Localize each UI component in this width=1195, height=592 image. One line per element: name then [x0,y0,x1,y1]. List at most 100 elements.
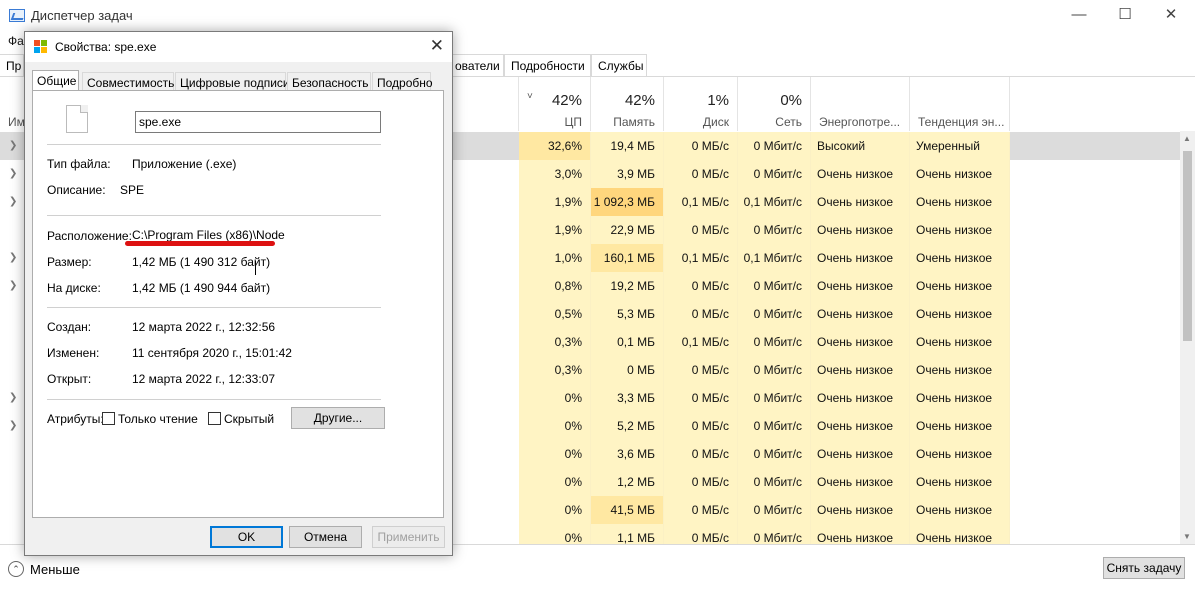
location-value[interactable]: C:\Program Files (x86)\Node [132,228,285,242]
cell-cpu: 0,8% [519,272,591,300]
advanced-attributes-button[interactable]: Другие... [291,407,385,429]
apply-button[interactable]: Применить [372,526,445,548]
cell-network: 0,1 Мбит/с [738,244,811,272]
readonly-label[interactable]: Только чтение [118,412,198,426]
column-header-network[interactable]: 0% Сеть [738,77,811,131]
tab-users[interactable]: ователи [449,54,504,76]
dialog-tab-digital-signatures[interactable]: Цифровые подписи [175,72,290,91]
dialog-close-icon[interactable]: ✕ [430,36,444,56]
general-tab-panel: spe.exe Тип файла: Приложение (.exe) Опи… [32,90,444,518]
cell-power-trend: Умеренный [910,132,1010,160]
task-manager-titlebar[interactable]: Диспетчер задач — ☐ ✕ [0,0,1195,31]
expand-chevron-icon[interactable]: ❯ [9,420,17,431]
fewer-details-button[interactable]: ⌃ Меньше [8,561,80,577]
cell-cpu: 0% [519,440,591,468]
cell-disk: 0 МБ/с [664,300,738,328]
column-header-memory[interactable]: 42% Память [591,77,664,131]
filename-input[interactable]: spe.exe [135,111,381,133]
hidden-label[interactable]: Скрытый [224,412,274,426]
cell-cpu: 0,3% [519,328,591,356]
minimize-icon[interactable]: — [1064,4,1094,26]
dialog-tab-details[interactable]: Подробно [372,72,433,91]
column-header-cpu[interactable]: ˅ 42% ЦП [519,77,591,131]
cell-network: 0 Мбит/с [738,160,811,188]
column-header-power-trend[interactable]: Тенденция эн... [910,77,1010,131]
expand-chevron-icon[interactable]: ❯ [9,196,17,207]
fewer-details-label: Меньше [30,561,80,577]
cell-network: 0 Мбит/с [738,468,811,496]
column-header-disk[interactable]: 1% Диск [664,77,738,131]
menu-item-file[interactable]: Фа [8,34,24,48]
cell-memory: 160,1 МБ [591,244,664,272]
cell-power-usage: Очень низкое [811,440,910,468]
tab-services[interactable]: Службы [591,54,647,76]
cell-memory: 41,5 МБ [591,496,664,524]
readonly-checkbox[interactable] [102,412,115,425]
on-disk-value[interactable]: 1,42 МБ (1 490 944 байт) [132,281,270,295]
expand-chevron-icon[interactable]: ❯ [9,392,17,403]
end-task-button[interactable]: Снять задачу [1103,557,1185,579]
dialog-tab-general[interactable]: Общие [32,70,79,92]
modified-value[interactable]: 11 сентября 2020 г., 15:01:42 [132,346,292,360]
column-header-power-usage[interactable]: Энергопотре... [811,77,910,131]
cell-memory: 5,2 МБ [591,412,664,440]
tab-details[interactable]: Подробности [504,54,591,76]
expand-chevron-icon[interactable]: ❯ [9,168,17,179]
cell-network: 0 Мбит/с [738,272,811,300]
tab-processes[interactable]: Пр [0,54,24,76]
cancel-button[interactable]: Отмена [289,526,362,548]
text-caret [255,261,256,275]
scroll-down-icon[interactable]: ▼ [1183,532,1191,541]
cell-disk: 0,1 МБ/с [664,188,738,216]
cell-network: 0 Мбит/с [738,328,811,356]
hidden-checkbox[interactable] [208,412,221,425]
scroll-up-icon[interactable]: ▲ [1183,134,1191,143]
cell-cpu: 3,0% [519,160,591,188]
size-label: Размер: [47,255,92,269]
cell-disk: 0 МБ/с [664,384,738,412]
cell-network: 0 Мбит/с [738,384,811,412]
cell-memory: 5,3 МБ [591,300,664,328]
cell-power-usage: Очень низкое [811,216,910,244]
cell-power-usage: Очень низкое [811,328,910,356]
cell-memory: 3,6 МБ [591,440,664,468]
vertical-scrollbar[interactable]: ▲ ▼ [1180,131,1195,544]
maximize-icon[interactable]: ☐ [1110,4,1140,26]
accessed-label: Открыт: [47,372,92,386]
expand-chevron-icon[interactable]: ❯ [9,252,17,263]
cell-power-usage: Очень низкое [811,412,910,440]
expand-chevron-icon[interactable]: ❯ [9,280,17,291]
separator [47,307,381,308]
expand-chevron-icon[interactable]: ❯ [9,140,17,151]
column-usage-percent: 42% [551,92,582,109]
cell-power-trend: Очень низкое [910,160,1010,188]
cell-disk: 0 МБ/с [664,356,738,384]
on-disk-label: На диске: [47,281,101,295]
dialog-tab-security[interactable]: Безопасность [287,72,371,91]
created-label: Создан: [47,320,92,334]
scrollbar-thumb[interactable] [1183,151,1192,341]
cell-memory: 19,4 МБ [591,132,664,160]
cell-disk: 0 МБ/с [664,496,738,524]
cell-power-trend: Очень низкое [910,188,1010,216]
size-value[interactable]: 1,42 МБ (1 490 312 байт) [132,255,270,269]
separator [47,399,381,400]
cell-power-usage: Очень низкое [811,188,910,216]
accessed-value[interactable]: 12 марта 2022 г., 12:33:07 [132,372,275,386]
cell-power-usage: Очень низкое [811,496,910,524]
cell-power-usage: Очень низкое [811,356,910,384]
dialog-tab-compatibility[interactable]: Совместимость [82,72,174,91]
cell-network: 0 Мбит/с [738,356,811,384]
column-label: Память [613,115,655,129]
cell-cpu: 0% [519,496,591,524]
created-value[interactable]: 12 марта 2022 г., 12:32:56 [132,320,275,334]
ok-button[interactable]: OK [210,526,283,548]
cell-power-usage: Очень низкое [811,244,910,272]
task-manager-title: Диспетчер задач [31,8,133,23]
column-label: Энергопотре... [819,115,901,129]
cell-disk: 0 МБ/с [664,132,738,160]
cell-network: 0 Мбит/с [738,300,811,328]
column-header-name-label: Им [8,115,25,129]
dialog-titlebar[interactable]: Свойства: spe.exe ✕ [25,32,452,62]
close-icon[interactable]: ✕ [1156,4,1186,26]
